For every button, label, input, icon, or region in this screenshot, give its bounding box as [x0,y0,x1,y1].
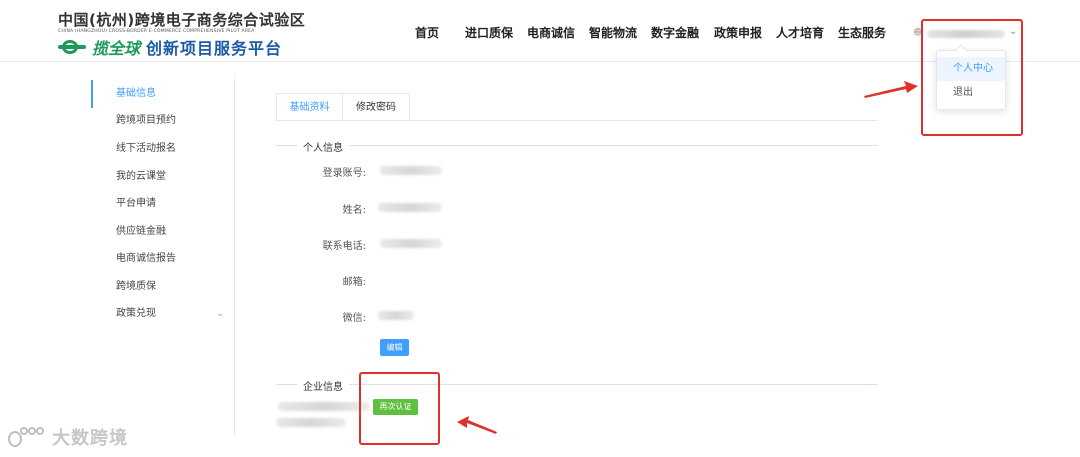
company-name-redacted [276,418,346,427]
site-subtitle: CHINA (HANGZHOU) CROSS-BORDER E-COMMERCE… [58,29,255,34]
nav-item-talent-training[interactable]: 人才培育 [776,24,824,41]
field-value-phone-redacted [380,239,442,248]
sidebar-item-platform-application[interactable]: 平台申请 [91,190,234,218]
watermark: 大数跨境 [8,423,128,451]
nav-item-ecosystem-services[interactable]: 生态服务 [838,24,886,41]
watermark-text: 大数跨境 [52,428,128,449]
tab-basic-profile[interactable]: 基础资料 [276,93,343,121]
tabs-divider [276,120,878,121]
watermark-logo-icon [8,425,46,449]
nav-item-digital-finance[interactable]: 数字金融 [651,24,699,41]
nav-item-ecommerce-credit[interactable]: 电商诚信 [527,24,575,41]
field-label-email: 邮箱: [342,277,366,288]
sidebar-item-label: 政策兑现 [116,308,156,319]
nav-item-smart-logistics[interactable]: 智能物流 [589,24,637,41]
nav-item-policy-application[interactable]: 政策申报 [714,24,762,41]
sidebar-item-credit-report[interactable]: 电商诚信报告 [91,245,234,273]
sidebar: 基础信息 跨境项目预约 线下活动报名 我的云课堂 平台申请 供应链金融 电商诚信… [91,78,235,435]
platform-name: 创新项目服务平台 [146,39,283,58]
annotation-arrow-icon [457,416,497,434]
field-label-phone: 联系电话: [322,241,366,252]
edit-button[interactable]: 编辑 [380,339,409,356]
sidebar-item-basic-info[interactable]: 基础信息 [91,80,234,108]
globe-logo-icon [58,40,88,54]
field-label-wechat: 微信: [342,313,366,324]
section-title-company: 企业信息 [297,378,349,393]
brand-name: 揽全球 [92,39,141,58]
annotation-highlight-reverify [359,372,440,445]
chevron-down-icon: ⌄ [216,309,224,319]
nav-item-home[interactable]: 首页 [415,24,439,41]
field-value-name-redacted [378,203,442,212]
sidebar-item-supply-chain-finance[interactable]: 供应链金融 [91,218,234,246]
nav-item-import-warranty[interactable]: 进口质保 [465,24,513,41]
section-divider [276,145,878,146]
tab-change-password[interactable]: 修改密码 [342,93,410,121]
sidebar-item-cross-border-warranty[interactable]: 跨境质保 [91,273,234,301]
field-value-wechat-redacted [378,311,414,320]
platform-logo[interactable]: 揽全球 创新项目服务平台 [58,37,283,58]
annotation-arrow-icon [864,81,918,98]
company-status-redacted [278,402,370,411]
section-title-personal: 个人信息 [297,139,349,154]
field-value-account-redacted [380,166,442,175]
sidebar-item-cloud-classroom[interactable]: 我的云课堂 [91,163,234,191]
site-title: 中国(杭州)跨境电子商务综合试验区 [58,11,306,29]
sidebar-item-project-booking[interactable]: 跨境项目预约 [91,107,234,135]
sidebar-item-offline-events[interactable]: 线下活动报名 [91,135,234,163]
field-label-account: 登录账号: [322,168,366,179]
sidebar-item-policy-redemption[interactable]: 政策兑现 ⌄ [91,300,234,328]
field-label-name: 姓名: [342,205,366,216]
annotation-highlight-user-menu [921,19,1023,136]
top-header: 中国(杭州)跨境电子商务综合试验区 CHINA (HANGZHOU) CROSS… [0,0,1080,62]
